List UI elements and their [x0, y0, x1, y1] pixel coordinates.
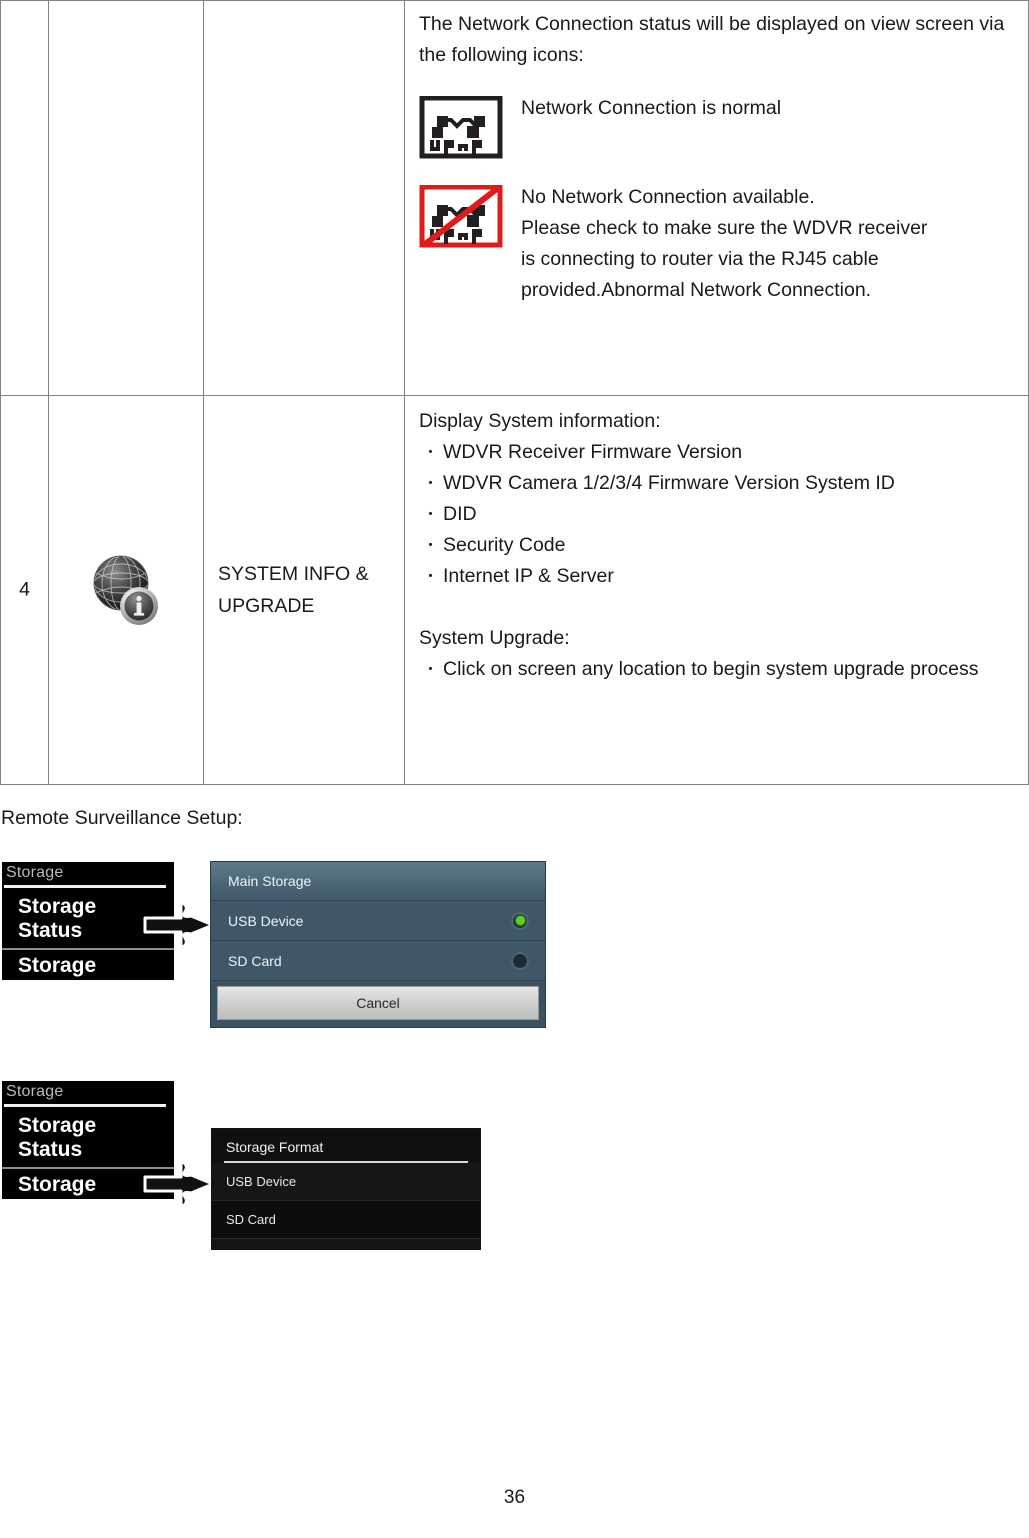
osd-menu-title: Storage — [6, 864, 64, 881]
bullet-icon: ・ — [423, 568, 439, 585]
right-arrow-icon — [141, 1155, 219, 1218]
bullet-icon: ・ — [423, 661, 439, 678]
dialog-title: Storage Format — [226, 1139, 324, 1155]
list-item: ・ WDVR Receiver Firmware Version — [419, 437, 1014, 468]
dialog-footer — [212, 1239, 480, 1249]
list-item: ・ Security Code — [419, 530, 1014, 561]
cancel-button[interactable]: Cancel — [217, 986, 539, 1020]
row-name-cell — [203, 0, 405, 396]
radio-sd-card[interactable] — [512, 952, 528, 969]
page-number: 36 — [503, 1487, 526, 1508]
row-number-cell: 4 — [0, 395, 49, 785]
row-name-cell: SYSTEM INFO & UPGRADE — [203, 395, 405, 785]
right-arrow-icon — [141, 896, 219, 959]
bullet-icon: ・ — [423, 475, 439, 492]
row-icon-cell — [48, 395, 204, 785]
row-description-cell: Display System information: ・ WDVR Recei… — [404, 395, 1029, 785]
table-row: 4 SYSTEM INFO & UPGRADE Display System i… — [0, 395, 1029, 785]
row-number: 4 — [19, 578, 30, 601]
upnp-connected-icon — [419, 96, 505, 160]
system-info-heading: Display System information: — [419, 410, 661, 432]
osd-menu-title: Storage — [6, 1083, 64, 1100]
row-icon-cell — [48, 0, 204, 396]
dialog-footer: Cancel — [211, 981, 545, 1027]
bullet-icon: ・ — [423, 444, 439, 461]
globe-info-icon — [83, 550, 169, 630]
system-upgrade-heading: System Upgrade: — [419, 627, 570, 649]
network-status-intro: The Network Connection status will be di… — [419, 13, 1005, 66]
feature-description-table: The Network Connection status will be di… — [0, 0, 1029, 785]
table-row: The Network Connection status will be di… — [0, 0, 1029, 396]
feature-name-line-1: SYSTEM INFO & — [218, 563, 369, 585]
network-error-line-4: provided.Abnormal Network Connection. — [521, 279, 872, 301]
dialog-title: Main Storage — [211, 862, 545, 901]
dialog-option-sd-card[interactable]: SD Card — [211, 941, 545, 981]
main-storage-dialog: Main Storage USB Device SD Card Cancel — [211, 862, 545, 1027]
network-normal-caption: Network Connection is normal — [521, 97, 782, 119]
network-error-line-2: Please check to make sure the WDVR recei… — [521, 217, 928, 239]
network-error-line-1: No Network Connection available. — [521, 186, 815, 208]
radio-usb-device-selected[interactable] — [512, 912, 528, 929]
storage-format-dialog: Storage Format USB Device SD Card — [212, 1129, 480, 1249]
list-item: ・ Internet IP & Server — [419, 561, 1014, 592]
bullet-icon: ・ — [423, 537, 439, 554]
row-number-cell — [0, 0, 49, 396]
remote-surveillance-caption: Remote Surveillance Setup: — [1, 807, 243, 829]
feature-name-line-2: UPGRADE — [218, 595, 315, 617]
dialog-option-sd-card[interactable]: SD Card — [212, 1201, 480, 1239]
dialog-option-usb-device[interactable]: USB Device — [212, 1163, 480, 1201]
list-item: ・ WDVR Camera 1/2/3/4 Firmware Version S… — [419, 468, 1014, 499]
dialog-option-usb-device[interactable]: USB Device — [211, 901, 545, 941]
system-upgrade-list: ・ Click on screen any location to begin … — [419, 654, 1014, 685]
network-error-line-3: is connecting to router via the RJ45 cab… — [521, 248, 879, 270]
network-error-caption: No Network Connection available. Please … — [505, 182, 1018, 306]
feature-name: SYSTEM INFO & UPGRADE — [218, 558, 398, 622]
network-normal-line: Network Connection is normal — [419, 93, 1018, 160]
system-info-list: ・ WDVR Receiver Firmware Version ・ WDVR … — [419, 437, 1014, 592]
row-description-cell: The Network Connection status will be di… — [404, 0, 1029, 396]
list-item: ・ Click on screen any location to begin … — [419, 654, 1014, 685]
bullet-icon: ・ — [423, 506, 439, 523]
list-item: ・ DID — [419, 499, 1014, 530]
network-error-line: No Network Connection available. Please … — [419, 182, 1018, 306]
upnp-disconnected-icon — [419, 185, 505, 249]
